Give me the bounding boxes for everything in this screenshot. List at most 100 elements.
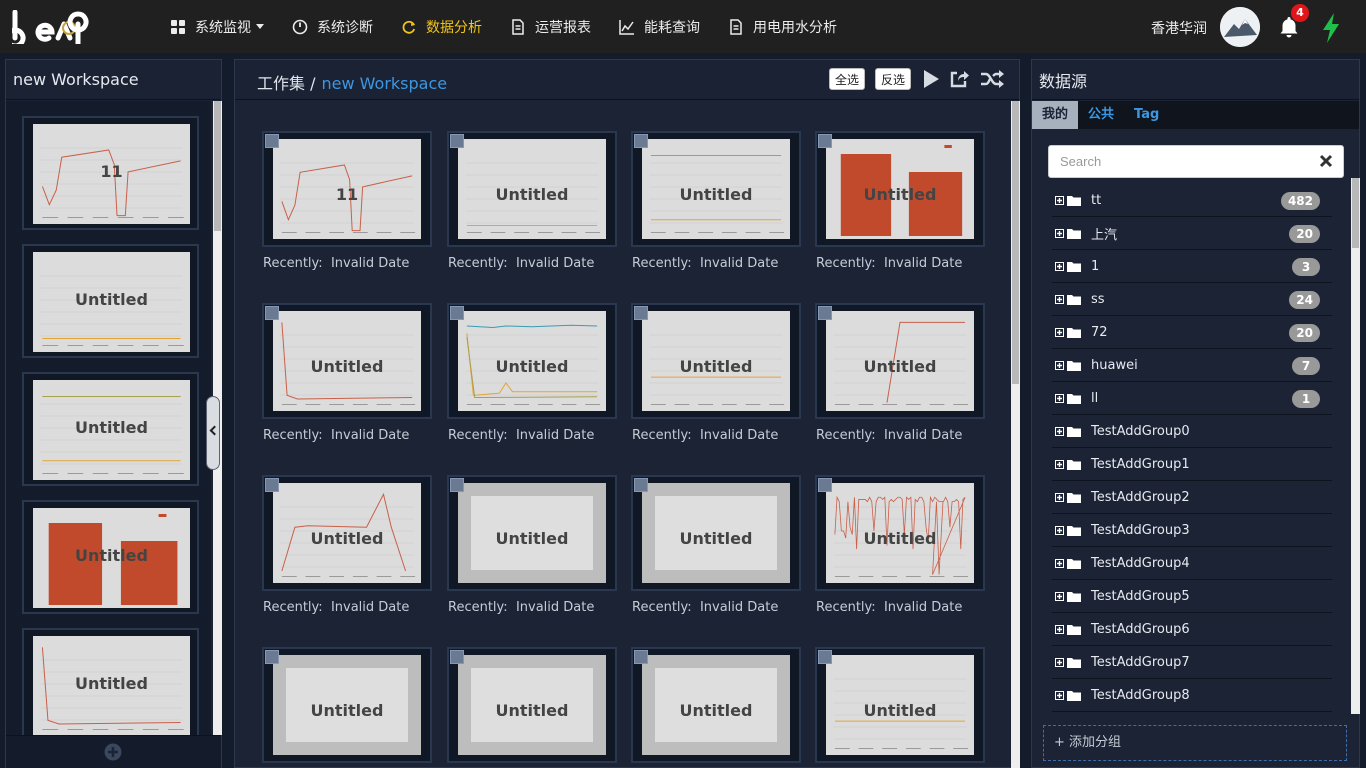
workspace-thumb[interactable]: 11 — [22, 116, 199, 230]
expand-plus-icon[interactable] — [1055, 657, 1064, 667]
card-select-checkbox[interactable] — [634, 650, 648, 664]
left-scrollbar-thumb[interactable] — [214, 101, 221, 231]
nav-item-4[interactable]: 能耗查询 — [619, 17, 700, 37]
card-select-checkbox[interactable] — [450, 478, 464, 492]
chart-card-frame[interactable]: 11 — [262, 131, 432, 247]
datasource-group-row[interactable]: TestAddGroup2 — [1052, 481, 1332, 514]
chart-card-frame[interactable]: Untitled — [262, 647, 432, 763]
chart-card-frame[interactable]: Untitled — [447, 303, 617, 419]
expand-plus-icon[interactable] — [1055, 261, 1064, 271]
datasource-tab-2[interactable]: Tag — [1124, 101, 1169, 129]
right-scrollbar[interactable] — [1351, 178, 1360, 714]
datasource-tab-0[interactable]: 我的 — [1032, 101, 1079, 129]
card-select-checkbox[interactable] — [818, 650, 832, 664]
datasource-group-row[interactable]: 13 — [1052, 250, 1332, 283]
expand-plus-icon[interactable] — [1055, 327, 1064, 337]
datasource-group-row[interactable]: ss 24 — [1052, 283, 1332, 316]
shuffle-icon[interactable] — [980, 69, 1004, 89]
beep-logo[interactable] — [12, 10, 100, 44]
breadcrumb-current[interactable]: new Workspace — [321, 74, 447, 93]
nav-item-0[interactable]: 系统监视 — [170, 17, 264, 37]
datasource-group-row[interactable]: ll 1 — [1052, 382, 1332, 415]
invert-selection-button[interactable]: 反选 — [875, 68, 912, 90]
card-select-checkbox[interactable] — [265, 650, 279, 664]
expand-plus-icon[interactable] — [1055, 591, 1064, 601]
chart-card-frame[interactable]: Untitled — [447, 131, 617, 247]
expand-plus-icon[interactable] — [1055, 393, 1064, 403]
datasource-group-row[interactable]: TestAddGroup3 — [1052, 514, 1332, 547]
center-scrollbar-thumb[interactable] — [1012, 101, 1019, 384]
export-icon[interactable] — [949, 69, 969, 89]
datasource-group-row[interactable]: tt 482 — [1052, 184, 1332, 217]
chart-card-frame[interactable]: Untitled — [631, 475, 801, 591]
expand-plus-icon[interactable] — [1055, 558, 1064, 568]
right-scrollbar-thumb[interactable] — [1352, 178, 1359, 248]
workspace-thumb[interactable]: Untitled — [22, 628, 199, 735]
chart-card-frame[interactable]: Untitled — [262, 303, 432, 419]
card-select-checkbox[interactable] — [818, 478, 832, 492]
card-select-checkbox[interactable] — [818, 306, 832, 320]
select-all-button[interactable]: 全选 — [829, 68, 866, 90]
card-select-checkbox[interactable] — [634, 306, 648, 320]
chart-card-frame[interactable]: Untitled — [631, 303, 801, 419]
chart-card-frame[interactable]: Untitled — [447, 475, 617, 591]
card-select-checkbox[interactable] — [818, 134, 832, 148]
workspace-thumb-list[interactable]: 11 Untitled Untitled Untitled Untitled — [6, 101, 211, 735]
power-bolt-icon[interactable] — [1321, 13, 1341, 43]
datasource-group-row[interactable]: TestAddGroup8 — [1052, 679, 1332, 712]
datasource-group-row[interactable]: TestAddGroup0 — [1052, 415, 1332, 448]
add-circle-icon[interactable] — [104, 743, 122, 761]
expand-plus-icon[interactable] — [1055, 492, 1064, 502]
expand-plus-icon[interactable] — [1055, 228, 1064, 238]
expand-plus-icon[interactable] — [1055, 459, 1064, 469]
datasource-group-row[interactable]: 72 20 — [1052, 316, 1332, 349]
chart-card-frame[interactable]: Untitled — [631, 647, 801, 763]
chart-card-frame[interactable]: Untitled — [815, 131, 985, 247]
card-select-checkbox[interactable] — [265, 306, 279, 320]
chart-card-frame[interactable]: Untitled — [815, 647, 985, 763]
user-avatar[interactable] — [1220, 7, 1260, 47]
chart-card-frame[interactable]: Untitled — [262, 475, 432, 591]
workspace-thumb[interactable]: Untitled — [22, 500, 199, 614]
datasource-group-row[interactable]: TestAddGroup4 — [1052, 547, 1332, 580]
card-select-checkbox[interactable] — [634, 478, 648, 492]
expand-plus-icon[interactable] — [1055, 294, 1064, 304]
chart-card-frame[interactable]: Untitled — [447, 647, 617, 763]
nav-item-1[interactable]: 系统诊断 — [292, 17, 373, 37]
datasource-group-row[interactable]: TestAddGroup6 — [1052, 613, 1332, 646]
expand-plus-icon[interactable] — [1055, 195, 1064, 205]
datasource-group-row[interactable]: TestAddGroup5 — [1052, 580, 1332, 613]
expand-plus-icon[interactable] — [1055, 360, 1064, 370]
play-icon[interactable] — [921, 69, 941, 89]
nav-item-5[interactable]: 用电用水分析 — [728, 17, 837, 37]
datasource-tab-1[interactable]: 公共 — [1078, 101, 1124, 129]
datasource-search-input[interactable] — [1060, 146, 1310, 177]
workspace-thumb[interactable]: Untitled — [22, 372, 199, 486]
chart-card-frame[interactable]: Untitled — [815, 475, 985, 591]
datasource-group-row[interactable]: TestAddGroup1 — [1052, 448, 1332, 481]
datasource-group-row[interactable]: 上汽 20 — [1052, 217, 1332, 250]
breadcrumb-root[interactable]: 工作集 / — [257, 74, 315, 93]
expand-plus-icon[interactable] — [1055, 426, 1064, 436]
clear-x-icon[interactable] — [1319, 154, 1333, 168]
add-group-button[interactable]: + 添加分组 — [1043, 725, 1347, 761]
expand-plus-icon[interactable] — [1055, 624, 1064, 634]
card-select-checkbox[interactable] — [634, 134, 648, 148]
user-name[interactable]: 香港华润 — [1151, 18, 1207, 38]
nav-item-3[interactable]: 运营报表 — [510, 17, 591, 37]
center-scrollbar[interactable] — [1011, 101, 1020, 768]
collapse-left-handle[interactable] — [206, 396, 220, 470]
chart-card-frame[interactable]: Untitled — [631, 131, 801, 247]
card-select-checkbox[interactable] — [450, 650, 464, 664]
card-select-checkbox[interactable] — [450, 306, 464, 320]
workspace-thumb[interactable]: Untitled — [22, 244, 199, 358]
chart-card-frame[interactable]: Untitled — [815, 303, 985, 419]
chart-card-grid[interactable]: 11 Recently: Invalid Date Untitled Recently… — [235, 101, 1009, 768]
card-select-checkbox[interactable] — [450, 134, 464, 148]
datasource-group-row[interactable]: TestAddGroup7 — [1052, 646, 1332, 679]
expand-plus-icon[interactable] — [1055, 525, 1064, 535]
datasource-group-row[interactable]: huawei 7 — [1052, 349, 1332, 382]
nav-item-2[interactable]: 数据分析 — [401, 17, 482, 37]
card-select-checkbox[interactable] — [265, 478, 279, 492]
card-select-checkbox[interactable] — [265, 134, 279, 148]
